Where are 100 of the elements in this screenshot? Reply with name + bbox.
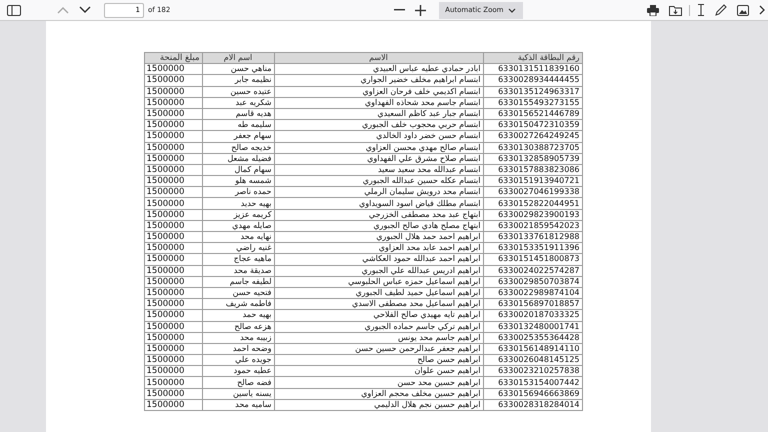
mother-name-cell: عطيه حمود [202,366,274,377]
card-number-cell: 6330131511839160 [483,64,582,75]
name-cell: ابراهيم احمد عابد محد العزاوي [274,242,483,254]
mother-name-cell: ماهيه عجاج [202,254,274,266]
card-number-cell: 6330027264249245 [483,130,582,142]
name-cell: ابراهيم اسماعيل محد مصطفى الاسدي [274,298,483,310]
amount-cell: 1500000 [144,388,202,400]
mother-name-cell: بهيه حمد [202,310,274,321]
card-number-cell: 6330024022574287 [483,265,582,276]
card-number-cell: 6330029850703874 [483,276,582,288]
card-number-cell: 6330153154007442 [483,376,582,388]
name-cell: ابراهيم تركي جاسم حماده الجبوري [274,321,483,332]
name-cell: ابراهيم حسن صالح [274,354,483,366]
name-cell: ابتسام حسن خضر داود الخالدي [274,130,483,142]
card-number-cell: 6330026048145125 [483,354,582,366]
mother-name-cell: بهيه حديد [202,198,274,210]
amount-cell: 1500000 [144,186,202,198]
name-cell: ابراهيم ادريس عبدالله علي الجبوري [274,265,483,276]
name-cell: ابراهيم احمد حمد هلال الجبوري [274,232,483,243]
card-number-cell: 6330132480001741 [483,321,582,332]
caret-icon [508,8,516,12]
column-header: رقم البطاقة الذكية [483,52,582,64]
amount-cell: 1500000 [144,130,202,142]
mother-name-cell: خديجه صالح [202,142,274,154]
mother-name-cell: حمده ناصر [202,186,274,198]
mother-name-cell: يسنه ياسين [202,388,274,400]
card-number-cell: 6330132858905739 [483,153,582,164]
mother-name-cell: صايله مهدي [202,220,274,232]
amount-cell: 1500000 [144,354,202,366]
card-number-cell: 6330133761812988 [483,232,582,243]
card-number-cell: 6330150472310359 [483,120,582,131]
mother-name-cell: نهايه محد [202,232,274,243]
name-cell: ابتسام حربي محجوب خلف الجبوري [274,120,483,131]
mother-name-cell: هزعه صالح [202,321,274,332]
amount-cell: 1500000 [144,343,202,355]
card-number-cell: 6330023210257838 [483,366,582,377]
name-cell: ابراهيم جعفر عبدالرحمن حسين حسن [274,343,483,355]
amount-cell: 1500000 [144,220,202,232]
amount-cell: 1500000 [144,399,202,410]
name-cell: ابراهيم حسن علوان [274,366,483,377]
column-header: اسم الام [202,52,274,64]
mother-name-cell: جويده علي [202,354,274,366]
amount-cell: 1500000 [144,265,202,276]
mother-name-cell: سليمه طه [202,120,274,131]
name-cell: ابتسام ابراهيم مخلف خضير الجواري [274,74,483,86]
mother-name-cell: عتيده حسين [202,86,274,98]
name-cell: ابتهاج عبد محد مصطفى الخزرجي [274,209,483,220]
card-number-cell: 6330130388723705 [483,142,582,154]
mother-name-cell: سهام جعفر [202,130,274,142]
amount-cell: 1500000 [144,97,202,108]
mother-name-cell: فاطمه شريف [202,298,274,310]
card-number-cell: 6330135124963317 [483,86,582,98]
mother-name-cell: مناهي حسن [202,64,274,75]
mother-name-cell: فضه صالح [202,376,274,388]
name-cell: ابتسام عبدالله محد سعيد سعيد [274,164,483,176]
amount-cell: 1500000 [144,254,202,266]
mother-name-cell: شمسه هلو [202,176,274,187]
name-cell: ابراهيم احمد عبدالله حمود العكاشي [274,254,483,266]
amount-cell: 1500000 [144,310,202,321]
mother-name-cell: زبيبه محد [202,332,274,344]
amount-cell: 1500000 [144,232,202,243]
card-number-cell: 6330152822044951 [483,198,582,210]
amount-cell: 1500000 [144,108,202,120]
amount-cell: 1500000 [144,153,202,164]
amount-cell: 1500000 [144,287,202,299]
card-number-cell: 6330021859542023 [483,220,582,232]
amount-cell: 1500000 [144,332,202,344]
amount-cell: 1500000 [144,120,202,131]
card-number-cell: 6330028318284014 [483,399,582,410]
sidebar-toggle-icon[interactable] [4,2,24,18]
card-number-cell: 6330020187033325 [483,310,582,321]
card-number-cell: 6330157883823086 [483,164,582,176]
name-cell: ابتسام صلاح مشرق علي الفهداوي [274,153,483,164]
name-cell: ابتسام محد درويش سليمان الرملي [274,186,483,198]
mother-name-cell: هديه قاسم [202,108,274,120]
print-icon[interactable] [644,2,662,18]
name-cell: ابادر حمادي عطيه عباس العبيدي [274,64,483,75]
amount-cell: 1500000 [144,164,202,176]
amount-cell: 1500000 [144,298,202,310]
amount-cell: 1500000 [144,242,202,254]
name-cell: ابراهيم حسين نجم هلال الدليمي [274,399,483,410]
name-cell: ابتسام صالح مهدي محسن العزاوي [274,142,483,154]
card-number-cell: 6330156148914110 [483,343,582,355]
amount-cell: 1500000 [144,176,202,187]
mother-name-cell: نظيمه جابر [202,74,274,86]
card-number-cell: 6330028934444455 [483,74,582,86]
mother-name-cell: فضيله مشعل [202,153,274,164]
card-number-cell: 6330155493273155 [483,97,582,108]
name-cell: ابتسام جبار عبد كاظم السعيدي [274,108,483,120]
mother-name-cell: لطيفه جاسم [202,276,274,288]
mother-name-cell: ساميه محد [202,399,274,410]
card-number-cell: 6330153351911396 [483,242,582,254]
amount-cell: 1500000 [144,366,202,377]
mother-name-cell: سهام كمال [202,164,274,176]
mother-name-cell: كريمه عزيز [202,209,274,220]
name-cell: ابتسام عكله حسين عبدالله الجبوري [274,176,483,187]
card-number-cell: 6330151451800873 [483,254,582,266]
amount-cell: 1500000 [144,198,202,210]
image-icon[interactable] [734,2,752,18]
amount-cell: 1500000 [144,74,202,86]
